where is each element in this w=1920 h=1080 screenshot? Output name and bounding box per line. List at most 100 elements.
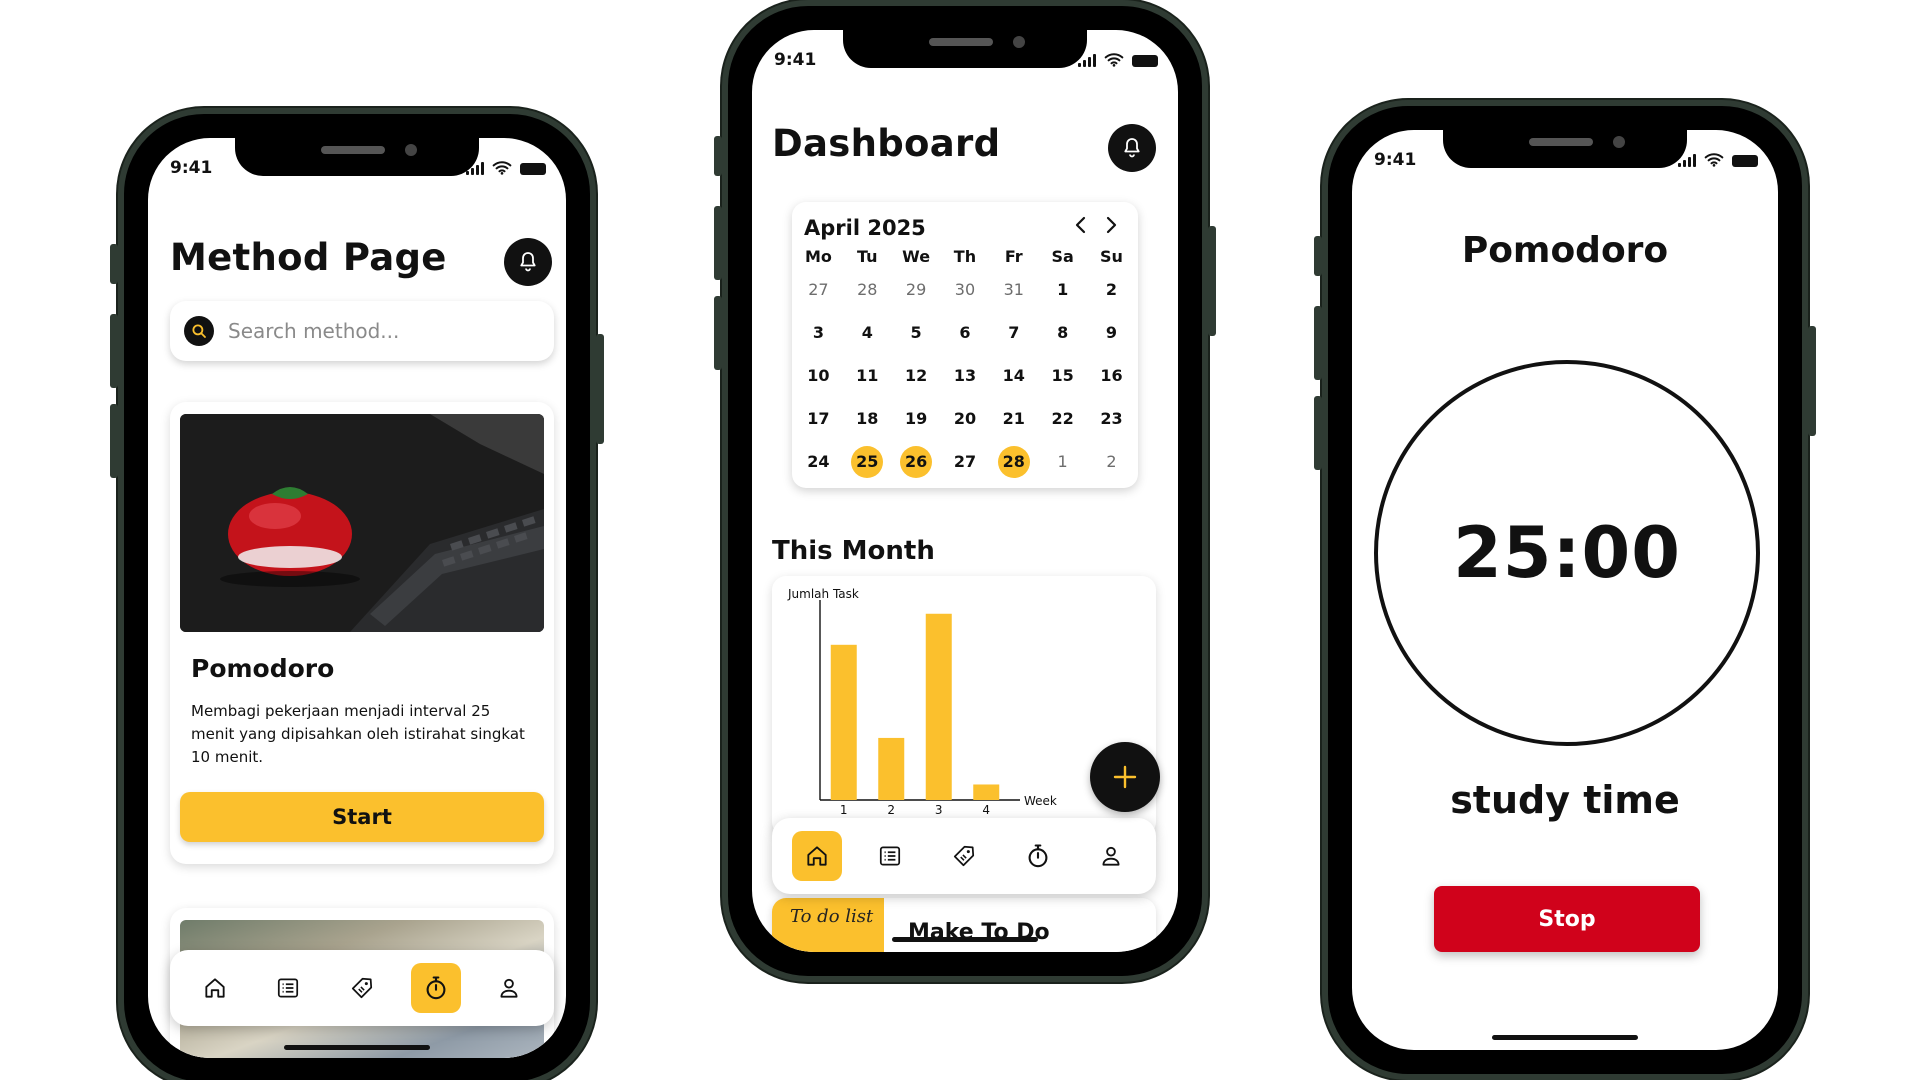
chevron-left-icon xyxy=(1075,216,1086,234)
calendar-day-number: 26 xyxy=(900,445,933,478)
calendar-day[interactable]: 17 xyxy=(794,403,843,435)
tab-timer[interactable] xyxy=(410,963,461,1013)
stop-button[interactable]: Stop xyxy=(1434,886,1700,952)
calendar-month: April 2025 xyxy=(804,216,926,240)
calendar-day-number: 28 xyxy=(997,445,1030,478)
calendar-day-number: 31 xyxy=(1003,280,1024,299)
calendar-day[interactable]: 27 xyxy=(794,274,843,306)
calendar-day[interactable]: 24 xyxy=(794,446,843,478)
calendar-day-number: 16 xyxy=(1100,366,1123,385)
wifi-icon xyxy=(492,160,512,175)
this-month-title: This Month xyxy=(772,536,935,566)
search-input[interactable] xyxy=(228,315,538,347)
calendar-day-number: 24 xyxy=(807,452,830,471)
calendar-day[interactable]: 9 xyxy=(1087,317,1136,349)
calendar-day[interactable]: 1 xyxy=(1038,274,1087,306)
calendar-day-number: 30 xyxy=(954,280,976,299)
calendar-day[interactable]: 22 xyxy=(1038,403,1087,435)
calendar-day[interactable]: 14 xyxy=(989,360,1038,392)
calendar-day-number: 12 xyxy=(904,366,928,385)
tab-home[interactable] xyxy=(190,963,240,1013)
calendar-day[interactable]: 11 xyxy=(843,360,892,392)
calendar-day[interactable]: 3 xyxy=(794,317,843,349)
signal-icon xyxy=(1678,154,1696,167)
home-indicator xyxy=(1492,1035,1638,1040)
tab-tag[interactable] xyxy=(939,831,989,881)
calendar-day[interactable]: 1 xyxy=(1038,446,1087,478)
home-icon xyxy=(804,843,830,869)
screen: 9:41 Pomodoro 25:00 study time Stop xyxy=(1352,130,1778,1050)
x-axis-label: Week xyxy=(1024,794,1057,808)
calendar-day[interactable]: 8 xyxy=(1038,317,1087,349)
method-name: Pomodoro xyxy=(191,654,335,683)
notification-bell-button[interactable] xyxy=(504,238,552,286)
calendar-day[interactable]: 13 xyxy=(941,360,990,392)
calendar-day[interactable]: 18 xyxy=(843,403,892,435)
calendar-day[interactable]: 19 xyxy=(892,403,941,435)
side-button xyxy=(110,244,118,284)
notification-bell-button[interactable] xyxy=(1108,124,1156,172)
calendar-day[interactable]: 16 xyxy=(1087,360,1136,392)
tab-home[interactable] xyxy=(791,831,842,881)
calendar-day[interactable]: 25 xyxy=(843,445,892,478)
tab-list[interactable] xyxy=(263,963,313,1013)
calendar-day-number: 1 xyxy=(1057,280,1069,299)
bell-icon xyxy=(516,250,540,274)
tab-profile[interactable] xyxy=(1086,831,1136,881)
calendar-day[interactable]: 23 xyxy=(1087,403,1136,435)
calendar-day[interactable]: 28 xyxy=(843,274,892,306)
calendar-day[interactable]: 4 xyxy=(843,317,892,349)
calendar-day-number: 7 xyxy=(1008,323,1020,342)
todo-sticky-note: To do list xyxy=(772,898,884,952)
calendar-day[interactable]: 31 xyxy=(989,274,1038,306)
calendar-day[interactable]: 15 xyxy=(1038,360,1087,392)
screen: 9:41 Dashboard April 2025 Mo Tu We Th Fr… xyxy=(752,30,1178,952)
status-bar: 9:41 xyxy=(752,50,1178,72)
calendar-day-number: 15 xyxy=(1051,366,1074,385)
calendar-day[interactable]: 12 xyxy=(892,360,941,392)
calendar-day[interactable]: 30 xyxy=(941,274,990,306)
page-title: Dashboard xyxy=(772,122,1001,165)
home-icon xyxy=(202,975,228,1001)
tab-tag[interactable] xyxy=(337,963,387,1013)
calendar-day[interactable]: 5 xyxy=(892,317,941,349)
tab-timer[interactable] xyxy=(1013,831,1063,881)
add-task-button[interactable] xyxy=(1090,742,1160,812)
calendar-day-number: 17 xyxy=(807,409,830,428)
calendar-next-button[interactable] xyxy=(1098,212,1124,238)
start-button[interactable]: Start xyxy=(180,792,544,842)
tab-list[interactable] xyxy=(865,831,915,881)
pomodoro-photo xyxy=(180,414,544,632)
side-button xyxy=(1314,396,1322,470)
status-bar: 9:41 xyxy=(148,158,566,180)
calendar-day[interactable]: 20 xyxy=(941,403,990,435)
list-icon xyxy=(877,843,903,869)
calendar-day[interactable]: 27 xyxy=(941,446,990,478)
calendar-day[interactable]: 2 xyxy=(1087,446,1136,478)
calendar-day-number: 6 xyxy=(959,323,971,342)
calendar-day[interactable]: 26 xyxy=(892,445,941,478)
calendar-day[interactable]: 7 xyxy=(989,317,1038,349)
weekday-label: Su xyxy=(1100,246,1123,266)
battery-icon xyxy=(1132,55,1158,67)
calendar-day[interactable]: 6 xyxy=(941,317,990,349)
calendar-day[interactable]: 10 xyxy=(794,360,843,392)
calendar-week: 17 18 19 20 21 22 23 xyxy=(794,397,1136,440)
y-axis-label: Jumlah Task xyxy=(787,587,859,601)
calendar-day-number: 9 xyxy=(1105,323,1118,342)
status-time: 9:41 xyxy=(1374,150,1417,170)
side-button xyxy=(714,296,722,370)
todo-card[interactable]: To do list Make To Do xyxy=(772,898,1156,952)
calendar-prev-button[interactable] xyxy=(1068,212,1094,238)
tab-profile[interactable] xyxy=(484,963,534,1013)
calendar-day-number: 29 xyxy=(905,280,927,299)
chart-bar xyxy=(973,784,1000,800)
calendar-day[interactable]: 28 xyxy=(989,445,1038,478)
calendar-day-number: 2 xyxy=(1105,280,1118,299)
calendar-day[interactable]: 29 xyxy=(892,274,941,306)
calendar-day-number: 2 xyxy=(1106,452,1117,471)
status-time: 9:41 xyxy=(774,50,817,70)
calendar-day[interactable]: 2 xyxy=(1087,274,1136,306)
timer-icon xyxy=(1024,842,1052,870)
calendar-day[interactable]: 21 xyxy=(989,403,1038,435)
